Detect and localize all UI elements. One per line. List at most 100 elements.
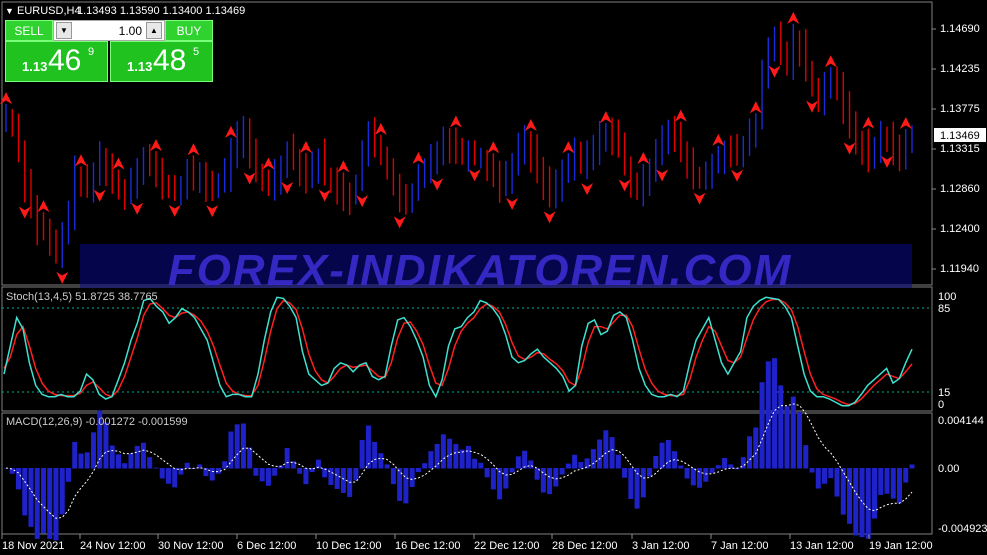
- stoch-axis-85: 85: [938, 303, 950, 315]
- macd-bar: [547, 468, 553, 495]
- macd-bar: [784, 406, 790, 469]
- macd-bar: [790, 396, 796, 469]
- macd-bar: [722, 457, 728, 469]
- buy-button[interactable]: BUY: [165, 20, 213, 41]
- macd-bar: [303, 468, 309, 485]
- macd-bar: [103, 422, 109, 469]
- time-tick-label: 3 Jan 12:00: [632, 540, 690, 552]
- macd-bar: [584, 458, 590, 469]
- macd-bar: [528, 460, 534, 469]
- price-tick-label: 1.14235: [940, 63, 980, 75]
- sell-price-prefix: 1.13: [22, 59, 48, 74]
- macd-bar: [65, 468, 71, 482]
- macd-bar: [815, 468, 821, 489]
- one-click-trading-panel: SELL ▼ ▲ BUY 1.13 46 9 1.13 48 5: [5, 20, 213, 82]
- macd-bar: [465, 445, 471, 469]
- macd-bar: [690, 468, 696, 486]
- macd-bar: [609, 437, 615, 469]
- macd-bar: [147, 457, 153, 469]
- macd-bar: [90, 432, 96, 469]
- price-tick-label: 1.13775: [940, 103, 980, 115]
- macd-bar: [447, 438, 453, 469]
- macd-bar: [297, 468, 303, 474]
- watermark-text: FOREX-INDIKATOREN.COM: [168, 246, 793, 295]
- macd-axis-top: 0.004144: [938, 415, 984, 427]
- buy-price-big: 48: [153, 44, 187, 77]
- macd-bar: [515, 456, 521, 469]
- macd-bar: [647, 468, 653, 477]
- stoch-axis-100: 100: [938, 291, 956, 303]
- macd-bar: [353, 468, 359, 481]
- macd-bar: [59, 468, 65, 515]
- sell-button[interactable]: SELL: [5, 20, 53, 41]
- macd-axis-zero: 0.00: [938, 463, 959, 475]
- macd-bar: [84, 452, 90, 469]
- time-tick-label: 22 Dec 12:00: [474, 540, 539, 552]
- macd-bar: [778, 385, 784, 469]
- macd-bar: [497, 468, 503, 500]
- macd-bar: [72, 441, 78, 469]
- macd-bar: [747, 436, 753, 469]
- macd-bar: [909, 464, 915, 469]
- lot-size-input[interactable]: [74, 22, 146, 39]
- macd-bar: [578, 461, 584, 469]
- time-tick-label: 18 Nov 2021: [2, 540, 64, 552]
- macd-bar: [222, 461, 228, 469]
- macd-bar: [890, 468, 896, 499]
- sell-price-button[interactable]: 1.13 46 9: [5, 41, 108, 82]
- macd-bar: [140, 442, 146, 469]
- macd-bar: [615, 454, 621, 469]
- macd-bar: [603, 430, 609, 469]
- macd-bar: [384, 464, 390, 469]
- stoch-title: Stoch(13,4,5) 51.8725 38.7765: [6, 291, 158, 303]
- macd-bar: [340, 468, 346, 493]
- macd-bar: [765, 361, 771, 469]
- lot-decrease-icon[interactable]: ▼: [56, 22, 72, 39]
- macd-bar: [697, 468, 703, 488]
- macd-bar: [109, 445, 115, 469]
- macd-bar: [40, 468, 46, 534]
- macd-bar: [509, 468, 515, 473]
- lot-increase-icon[interactable]: ▲: [146, 22, 162, 39]
- macd-bar: [809, 468, 815, 473]
- macd-bar: [365, 425, 371, 469]
- time-tick-label: 10 Dec 12:00: [316, 540, 381, 552]
- macd-bar: [334, 468, 340, 489]
- macd-bar: [453, 443, 459, 469]
- macd-bar: [434, 443, 440, 469]
- macd-bar: [272, 468, 278, 476]
- macd-bar: [853, 468, 859, 536]
- buy-price-button[interactable]: 1.13 48 5: [110, 41, 213, 82]
- macd-bar: [522, 450, 528, 469]
- macd-bar: [128, 453, 134, 469]
- macd-bar: [684, 468, 690, 479]
- macd-bar: [878, 468, 884, 495]
- macd-bar: [115, 454, 121, 469]
- time-tick-label: 13 Jan 12:00: [790, 540, 854, 552]
- macd-bar: [472, 458, 478, 469]
- macd-bar: [390, 468, 396, 485]
- macd-bar: [597, 439, 603, 469]
- macd-bar: [265, 468, 271, 486]
- current-price-label: 1.13469: [940, 130, 980, 142]
- macd-bar: [797, 411, 803, 469]
- macd-bar: [15, 468, 21, 490]
- time-tick-label: 6 Dec 12:00: [237, 540, 296, 552]
- macd-bar: [178, 468, 184, 475]
- macd-bar: [847, 468, 853, 524]
- macd-bar: [403, 468, 409, 504]
- macd-bar: [428, 451, 434, 469]
- macd-bar: [709, 468, 715, 473]
- macd-bar: [22, 468, 28, 516]
- macd-bar: [640, 468, 646, 498]
- macd-bar: [134, 445, 140, 469]
- sell-price-big: 46: [48, 44, 82, 77]
- macd-bar: [34, 468, 40, 539]
- time-tick-label: 19 Jan 12:00: [869, 540, 933, 552]
- macd-bar: [53, 468, 59, 541]
- macd-bar: [484, 468, 490, 478]
- macd-bar: [897, 468, 903, 504]
- trading-chart[interactable]: FOREX-INDIKATOREN.COM 1.14690 1.14235 1.13…: [0, 0, 987, 555]
- time-tick-label: 7 Jan 12:00: [711, 540, 769, 552]
- buy-price-prefix: 1.13: [127, 59, 153, 74]
